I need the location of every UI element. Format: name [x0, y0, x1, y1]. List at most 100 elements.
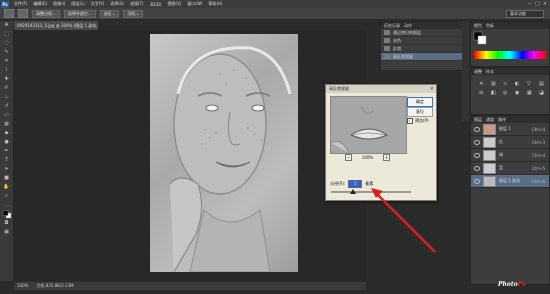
- menu-help[interactable]: 帮助(H): [205, 1, 225, 7]
- black-white-icon[interactable]: ◧: [491, 90, 500, 96]
- visibility-eye-icon[interactable]: [474, 178, 480, 184]
- zoom-tool-icon[interactable]: ⌕: [1, 192, 12, 200]
- more-tools-icon[interactable]: …: [1, 201, 12, 209]
- menu-filter[interactable]: 滤镜(T): [127, 1, 147, 7]
- quick-mask-icon[interactable]: ◘: [1, 219, 12, 227]
- path-select-tool-icon[interactable]: ➤: [1, 165, 12, 173]
- tab-layers[interactable]: 图层: [474, 116, 482, 123]
- adjustments-panel: 调整 样式 ☀ ▥ ∿ ◐ ▽ ▤ ⚖ ◧ ◎ ◉ ▦ ◪: [470, 67, 550, 115]
- tab-styles[interactable]: 样式: [486, 68, 494, 75]
- photo-filter-icon[interactable]: ◎: [503, 90, 512, 96]
- document-tab[interactable]: 0929143112_5.jpg @ 100% (图层 1 副本, RGB/8): [14, 21, 98, 30]
- document-image[interactable]: [150, 34, 298, 272]
- visibility-eye-icon[interactable]: [474, 126, 480, 132]
- history-item[interactable]: 去色: [381, 37, 463, 45]
- hue-saturation-icon[interactable]: ▤: [539, 81, 548, 87]
- blur-tool-icon[interactable]: ◆: [1, 129, 12, 137]
- adjustments-panel-tabs: 调整 样式: [471, 68, 549, 75]
- tab-adjustments[interactable]: 调整: [474, 68, 482, 75]
- background-color-swatch[interactable]: [477, 35, 487, 45]
- menu-image[interactable]: 图像(I): [50, 1, 68, 7]
- layer-row[interactable]: 绿 Ctrl+4: [471, 149, 549, 162]
- layer-row[interactable]: 红 Ctrl+3: [471, 136, 549, 149]
- minimize-icon[interactable]: −: [528, 1, 532, 7]
- shape-tool-icon[interactable]: ■: [1, 174, 12, 182]
- menu-type[interactable]: 文字(Y): [88, 1, 108, 7]
- selection-button[interactable]: 选区...: [99, 9, 120, 18]
- lasso-tool-icon[interactable]: ◌: [1, 39, 12, 47]
- visibility-eye-icon[interactable]: [474, 165, 480, 171]
- zoom-out-button[interactable]: −: [344, 153, 352, 161]
- history-item-selected[interactable]: 高反差保留: [381, 53, 463, 61]
- new-selection-icon[interactable]: [18, 9, 28, 18]
- feather-button[interactable]: 羽化...: [123, 9, 144, 18]
- hand-tool-icon[interactable]: ✋: [1, 183, 12, 191]
- menu-file[interactable]: 文件(F): [11, 1, 30, 7]
- vibrance-icon[interactable]: ▽: [527, 81, 536, 87]
- brightness-icon[interactable]: ☀: [479, 81, 488, 87]
- radius-slider-thumb[interactable]: [350, 189, 357, 194]
- select-and-mask-button[interactable]: 选择并遮住...: [63, 9, 96, 18]
- tab-swatches[interactable]: 色板: [486, 22, 494, 29]
- move-tool-icon[interactable]: ✥: [1, 21, 12, 29]
- color-spectrum[interactable]: [474, 51, 546, 59]
- type-tool-icon[interactable]: T: [1, 156, 12, 164]
- reset-button[interactable]: 复位: [407, 107, 433, 117]
- close-icon[interactable]: ×: [430, 86, 434, 92]
- exposure-icon[interactable]: ◐: [515, 81, 524, 87]
- visibility-eye-icon[interactable]: [474, 139, 480, 145]
- menu-edit[interactable]: 编辑(E): [30, 1, 50, 7]
- workspace-select[interactable]: 基本功能: [506, 9, 544, 18]
- tab-actions[interactable]: 动作: [404, 22, 412, 29]
- brush-tool-icon[interactable]: ✐: [1, 84, 12, 92]
- color-swatches-icon[interactable]: [1, 209, 12, 218]
- color-picker[interactable]: [471, 29, 549, 65]
- tab-channels[interactable]: 通道: [486, 116, 494, 123]
- layer-row-selected[interactable]: 图层 1 副本 Ctrl+6: [471, 175, 549, 188]
- tab-color[interactable]: 颜色: [474, 22, 482, 29]
- tab-paths[interactable]: 路径: [498, 116, 506, 123]
- visibility-eye-icon[interactable]: [474, 152, 480, 158]
- crop-tool-icon[interactable]: ⌗: [1, 57, 12, 65]
- refine-edge-button[interactable]: 调整边缘...: [32, 9, 60, 18]
- healing-brush-tool-icon[interactable]: ✚: [1, 75, 12, 83]
- eyedropper-tool-icon[interactable]: ⌇: [1, 66, 12, 74]
- radius-input[interactable]: 1: [348, 180, 363, 188]
- marquee-tool-icon[interactable]: ⬚: [1, 30, 12, 38]
- menu-window[interactable]: 窗口(W): [184, 1, 205, 7]
- layer-row[interactable]: 蓝 Ctrl+5: [471, 162, 549, 175]
- collapsed-panel-strip[interactable]: [462, 21, 469, 121]
- menu-view[interactable]: 视图(V): [164, 1, 184, 7]
- eraser-tool-icon[interactable]: ▭: [1, 111, 12, 119]
- history-item[interactable]: 通过拷贝的图层: [381, 29, 463, 37]
- preview-checkbox-row[interactable]: ✓ 预览(P): [407, 118, 429, 124]
- ok-button[interactable]: 确定: [407, 97, 433, 107]
- maximize-icon[interactable]: □: [535, 1, 540, 7]
- close-icon[interactable]: ×: [543, 1, 547, 7]
- invert-icon[interactable]: ◪: [539, 90, 548, 96]
- history-item[interactable]: 反相: [381, 45, 463, 53]
- color-lookup-icon[interactable]: ▦: [527, 90, 536, 96]
- screen-mode-icon[interactable]: ▣: [1, 228, 12, 236]
- preview-checkbox[interactable]: ✓: [407, 118, 413, 124]
- curves-icon[interactable]: ∿: [503, 81, 512, 87]
- menu-3d[interactable]: 3D(D): [147, 2, 165, 7]
- zoom-in-button[interactable]: +: [383, 153, 391, 161]
- levels-icon[interactable]: ▥: [491, 81, 500, 87]
- menu-layer[interactable]: 图层(L): [68, 1, 87, 7]
- dodge-tool-icon[interactable]: ●: [1, 138, 12, 146]
- clone-stamp-tool-icon[interactable]: ⊥: [1, 93, 12, 101]
- gradient-tool-icon[interactable]: ▦: [1, 120, 12, 128]
- status-zoom[interactable]: 100%: [17, 282, 28, 290]
- pen-tool-icon[interactable]: ✒: [1, 147, 12, 155]
- filter-preview[interactable]: [330, 96, 407, 154]
- color-balance-icon[interactable]: ⚖: [479, 90, 488, 96]
- quick-select-tool-icon[interactable]: ✎: [1, 48, 12, 56]
- layer-row[interactable]: 图层 1 Ctrl+4: [471, 123, 549, 136]
- dialog-title[interactable]: 高反差保留: [326, 85, 436, 93]
- tool-preset-icon[interactable]: [4, 9, 14, 18]
- tab-history[interactable]: 历史记录: [384, 22, 400, 29]
- menu-select[interactable]: 选择(S): [107, 1, 127, 7]
- channel-mixer-icon[interactable]: ◉: [515, 90, 524, 96]
- history-brush-tool-icon[interactable]: ↺: [1, 102, 12, 110]
